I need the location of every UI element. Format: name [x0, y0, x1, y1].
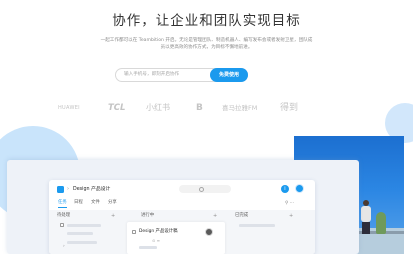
search-bar[interactable] — [179, 185, 231, 193]
free-trial-button[interactable]: 免费使用 — [210, 68, 248, 82]
info-icon[interactable]: i — [281, 185, 289, 193]
hero-title: 协作，让企业和团队实现目标 — [112, 13, 301, 29]
breadcrumb-separator: › — [67, 186, 69, 192]
task-title: Design 产品设计稿 — [139, 229, 178, 234]
task-checkbox[interactable] — [132, 230, 136, 234]
collapse-marker[interactable]: › — [63, 244, 65, 250]
task-placeholder-line — [239, 224, 275, 227]
column-title-done: 已完成 — [235, 213, 249, 218]
task-assignee-avatar[interactable] — [205, 228, 213, 236]
project-tabs: 任务 日程 文件 分享 ⚲ ⋯ — [49, 199, 315, 209]
column-title-doing: 进行中 — [141, 213, 155, 218]
photo-person — [360, 200, 372, 234]
app-top-bar: › Design 产品设计 i — [49, 180, 315, 198]
task-placeholder-line — [139, 246, 157, 249]
logo-ximalaya: 喜马拉雅FM — [222, 104, 258, 112]
user-avatar[interactable] — [295, 184, 304, 193]
phone-input[interactable]: 输入手机号，即刻开启协作 — [124, 69, 179, 81]
add-task-button-doing[interactable]: + — [213, 213, 217, 219]
logo-bilibili: B — [196, 103, 203, 113]
customer-logos: HUAWEI TCL 小红书 B 喜马拉雅FM 得到 — [0, 101, 413, 115]
search-icon — [199, 186, 204, 192]
task-meta-icons: ⊙ ≡ — [152, 238, 160, 243]
logo-dedao: 得到 — [280, 103, 299, 113]
tab-tasks[interactable]: 任务 — [58, 199, 67, 208]
signup-form: 输入手机号，即刻开启协作 免费使用 — [115, 68, 248, 82]
logo-huawei: HUAWEI — [58, 105, 80, 111]
app-preview-window: › Design 产品设计 i 任务 日程 文件 分享 ⚲ ⋯ 待处理 + 进行… — [49, 180, 315, 254]
logo-xiaohongshu: 小红书 — [146, 103, 170, 112]
project-icon[interactable] — [57, 186, 64, 193]
toolbar-icons[interactable]: ⚲ ⋯ — [285, 200, 294, 207]
task-placeholder-line — [67, 224, 101, 227]
task-placeholder-line — [67, 241, 97, 244]
photo-person-torso — [361, 206, 371, 222]
column-title-todo: 待处理 — [57, 213, 71, 218]
tab-share[interactable]: 分享 — [108, 199, 117, 207]
hero-description: 一起工作都可以在 Teambition 开启。无论是管理团队、制造机器人、编写发… — [100, 38, 313, 51]
task-placeholder-line — [67, 232, 93, 235]
project-name[interactable]: Design 产品设计 — [73, 186, 110, 193]
task-card[interactable]: Design 产品设计稿 ⊙ ≡ — [127, 222, 225, 254]
photo-plant — [376, 212, 386, 234]
task-checkbox[interactable] — [60, 223, 64, 227]
tab-files[interactable]: 文件 — [91, 199, 100, 207]
logo-tcl: TCL — [108, 103, 126, 113]
task-board: 待处理 + 进行中 + Design 产品设计稿 ⊙ ≡ 已完成 + › — [49, 210, 315, 254]
add-task-button-done[interactable]: + — [289, 213, 293, 219]
tab-schedule[interactable]: 日程 — [74, 199, 83, 207]
photo-person-legs — [362, 222, 370, 234]
add-task-button-todo[interactable]: + — [111, 213, 115, 219]
